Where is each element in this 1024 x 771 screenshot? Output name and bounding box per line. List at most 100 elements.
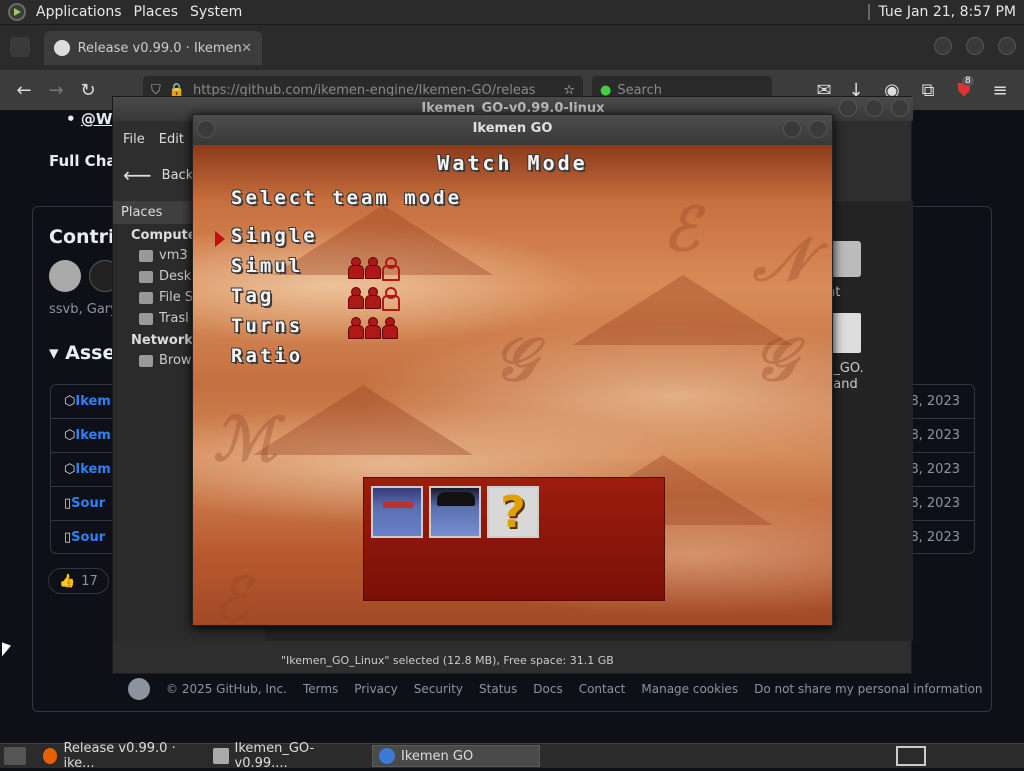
footer-link-security[interactable]: Security — [414, 682, 463, 696]
close-window-icon[interactable] — [891, 99, 909, 117]
fm-menu-file[interactable]: File — [113, 132, 155, 147]
ikemen-title[interactable]: Ikemen GO — [193, 115, 832, 143]
selection-cursor-icon — [215, 231, 225, 247]
drive-icon — [139, 249, 153, 262]
contributors-names: ssvb, Gary — [49, 302, 118, 317]
folder-icon — [213, 748, 229, 764]
menu-option-single[interactable]: Single — [231, 225, 318, 247]
team-size-icon[interactable] — [347, 287, 400, 311]
firefox-tabbar: Release v0.99.0 · Ikemen-e ✕ — [0, 25, 1024, 70]
footer-link-terms[interactable]: Terms — [303, 682, 338, 696]
desktop-icon — [139, 270, 153, 283]
window-menu-icon[interactable] — [197, 120, 215, 138]
reaction-count: 17 — [81, 573, 98, 589]
menu-option-simul[interactable]: Simul — [231, 255, 303, 277]
file-icon[interactable] — [831, 313, 861, 353]
full-changelog-label[interactable]: Full Cha — [49, 152, 117, 170]
close-tab-icon[interactable]: ✕ — [241, 41, 252, 56]
reload-icon[interactable]: ↻ — [72, 74, 104, 106]
bg-watermark-letter: ℰ — [213, 565, 250, 625]
bg-watermark-letter: 𝒢 — [493, 325, 536, 395]
menu-option-ratio[interactable]: Ratio — [231, 345, 303, 367]
screen-subtitle: Select team mode — [231, 187, 463, 209]
applications-menu[interactable]: Applications — [30, 4, 128, 20]
footer-link-docs[interactable]: Docs — [533, 682, 562, 696]
background-mountain — [253, 385, 473, 455]
bg-watermark-letter: ℰ — [663, 195, 700, 265]
copyright: © 2025 GitHub, Inc. — [166, 682, 287, 696]
tab-title: Release v0.99.0 · Ikemen-e — [77, 40, 242, 56]
team-size-icon[interactable] — [347, 257, 400, 281]
fm-statusbar: "Ikemen_GO_Linux" selected (12.8 MB), Fr… — [281, 654, 614, 667]
network-icon — [139, 354, 153, 367]
github-favicon-icon — [54, 40, 70, 56]
close-window-icon[interactable] — [998, 37, 1016, 55]
bullet-user-link[interactable]: • @W — [66, 110, 112, 128]
footer-link-privacy[interactable]: Privacy — [354, 682, 397, 696]
game-screen[interactable]: ℰ 𝒩 𝒢 𝒢 ℳ ℰ Watch Mode Select team mode … — [193, 145, 832, 625]
clock[interactable]: Tue Jan 21, 8:57 PM — [878, 4, 1024, 20]
extensions-icon[interactable]: ⧉ — [912, 74, 944, 106]
maximize-icon[interactable] — [966, 37, 984, 55]
task-firefox[interactable]: Release v0.99.0 · ike... — [36, 741, 204, 771]
task-ikemen[interactable]: Ikemen GO — [372, 745, 540, 767]
maximize-icon[interactable] — [865, 99, 883, 117]
back-button[interactable]: Back — [162, 168, 194, 183]
ikemen-window: Ikemen GO ℰ 𝒩 𝒢 𝒢 ℳ ℰ Watch Mode Select … — [192, 114, 833, 626]
workspace-switcher-icon[interactable] — [896, 746, 926, 766]
forward-arrow-icon[interactable]: → — [40, 74, 72, 106]
bg-watermark-letter: ℳ — [213, 405, 278, 475]
places-menu[interactable]: Places — [128, 4, 185, 20]
avatar[interactable] — [49, 260, 81, 292]
back-arrow-icon[interactable]: ← — [8, 74, 40, 106]
minimize-icon[interactable] — [839, 99, 857, 117]
bg-watermark-letter: 𝒩 — [753, 225, 811, 295]
ublock-badge: 8 — [962, 76, 974, 86]
minimize-icon[interactable] — [934, 37, 952, 55]
minimize-icon[interactable] — [783, 120, 801, 138]
character-portrait[interactable] — [429, 486, 481, 538]
task-file-manager[interactable]: Ikemen_GO-v0.99.... — [206, 741, 370, 771]
show-desktop-icon[interactable] — [4, 747, 26, 765]
trash-icon — [139, 312, 153, 325]
folder-icon[interactable] — [829, 241, 861, 277]
menu-icon[interactable]: ≡ — [984, 74, 1016, 106]
package-icon: ⬡ — [64, 462, 76, 477]
headband-icon — [383, 502, 413, 508]
screen-title: Watch Mode — [437, 151, 588, 175]
firefox-icon — [43, 748, 58, 764]
file-zip-icon: ▯ — [64, 496, 72, 511]
github-logo-icon[interactable] — [128, 678, 150, 700]
close-window-icon[interactable] — [809, 120, 827, 138]
footer-link-cookies[interactable]: Manage cookies — [641, 682, 738, 696]
character-select-panel: ? — [363, 477, 665, 601]
fm-menu-edit[interactable]: Edit — [155, 132, 188, 147]
menu-option-tag[interactable]: Tag — [231, 285, 274, 307]
thumbs-up-icon: 👍 — [59, 573, 76, 589]
back-arrow-icon[interactable]: ⟵ — [123, 163, 152, 187]
top-panel: Applications Places System Tue Jan 21, 8… — [0, 0, 1024, 25]
github-footer: © 2025 GitHub, Inc. Terms Privacy Securi… — [128, 678, 983, 700]
random-select-icon[interactable]: ? — [487, 486, 539, 538]
filesystem-icon — [139, 291, 153, 304]
system-menu[interactable]: System — [184, 4, 248, 20]
assets-heading[interactable]: ▾ Asse — [49, 342, 115, 364]
footer-link-status[interactable]: Status — [479, 682, 517, 696]
browser-tab[interactable]: Release v0.99.0 · Ikemen-e ✕ — [44, 31, 262, 65]
tab-overview-icon[interactable] — [10, 37, 30, 57]
bg-watermark-letter: 𝒢 — [753, 325, 796, 395]
menu-option-turns[interactable]: Turns — [231, 315, 303, 337]
taskbar: Release v0.99.0 · ike... Ikemen_GO-v0.99… — [0, 741, 1024, 771]
distro-logo-icon[interactable] — [8, 3, 26, 21]
footer-link-do-not-share[interactable]: Do not share my personal information — [754, 682, 982, 696]
contributors-heading: Contri — [49, 226, 115, 248]
character-portrait[interactable] — [371, 486, 423, 538]
panel-separator — [868, 4, 871, 20]
package-icon: ⬡ — [64, 428, 76, 443]
team-size-icon[interactable] — [347, 317, 398, 339]
footer-link-contact[interactable]: Contact — [579, 682, 626, 696]
ikemen-icon — [379, 748, 395, 764]
mouse-pointer-icon — [2, 642, 11, 660]
reaction-button[interactable]: 👍 17 — [48, 568, 109, 594]
hair-icon — [437, 492, 475, 506]
